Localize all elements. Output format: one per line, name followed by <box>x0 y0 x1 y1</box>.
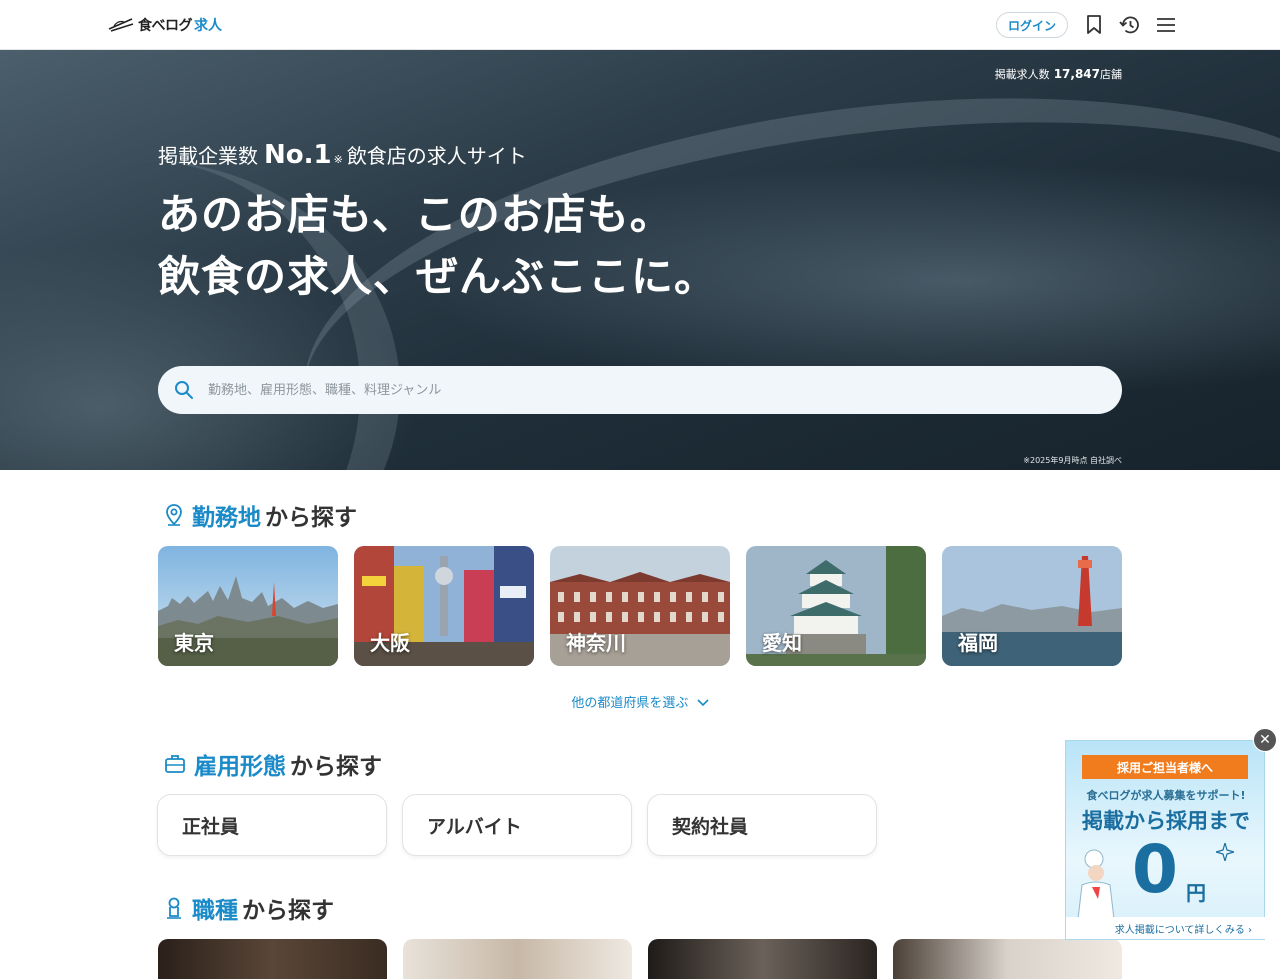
area-card-aichi[interactable]: 愛知 <box>746 546 926 666</box>
heading-rest: から探す <box>290 754 382 780</box>
chef-illustration <box>1077 849 1115 919</box>
area-card-fukuoka[interactable]: 福岡 <box>942 546 1122 666</box>
heading-accent: 職種 <box>192 898 238 924</box>
heading-rest: から探す <box>265 505 357 531</box>
ad-line1: 食べログが求人募集をサポート! <box>1086 789 1246 802</box>
chef-icon <box>167 897 181 919</box>
recruiter-ad-banner[interactable]: 採用ご担当者様へ 食べログが求人募集をサポート! 掲載から採用まで 0 円 求人… <box>1065 740 1266 940</box>
tagline-footnote-mark: ※ <box>333 153 343 166</box>
hero-footnote: ※2025年9月時点 自社調べ <box>1023 456 1122 465</box>
jobtype-section-heading: 職種 から探す <box>164 891 334 925</box>
listing-count: 掲載求人数 17,847店舗 <box>995 66 1122 82</box>
area-card-kanagawa[interactable]: 神奈川 <box>550 546 730 666</box>
area-label: 福岡 <box>958 631 998 655</box>
area-section-heading: 勤務地 から探す <box>164 498 357 532</box>
employment-parttime-button[interactable]: アルバイト <box>402 794 632 856</box>
logo-chopsticks-icon <box>108 18 134 32</box>
area-label: 大阪 <box>370 631 410 655</box>
area-label: 東京 <box>174 631 214 655</box>
jobtype-card[interactable] <box>158 939 387 979</box>
area-card-osaka[interactable]: 大阪 <box>354 546 534 666</box>
employment-fulltime-button[interactable]: 正社員 <box>157 794 387 856</box>
login-button[interactable]: ログイン <box>996 12 1068 38</box>
hero-banner: 掲載求人数 17,847店舗 掲載企業数 No.1 ※ 飲食店の求人サイト あのお… <box>0 50 1280 470</box>
close-icon[interactable]: ✕ <box>1253 728 1277 752</box>
more-prefectures-link[interactable]: 他の都道府県を選ぶ <box>0 692 1280 711</box>
history-icon[interactable] <box>1118 13 1142 37</box>
logo-text: 食べログ <box>138 18 193 34</box>
tagline-prefix: 掲載企業数 <box>158 144 258 168</box>
ad-badge: 採用ご担当者様へ <box>1082 755 1248 779</box>
logo-subtext: 求人 <box>194 18 222 34</box>
tagline-no1: No.1 <box>264 140 332 170</box>
listing-count-value: 17,847 <box>1053 67 1100 81</box>
bookmark-icon[interactable] <box>1082 13 1106 37</box>
area-label: 神奈川 <box>566 631 626 655</box>
search-bar[interactable] <box>158 366 1122 414</box>
chevron-down-icon <box>697 699 709 707</box>
site-logo[interactable]: 食べログ 求人 <box>108 12 222 38</box>
jobtype-card[interactable] <box>893 939 1122 979</box>
sparkle-icon <box>1216 843 1234 861</box>
site-header: 食べログ 求人 ログイン <box>0 0 1280 50</box>
ad-detail-link: 求人掲載について詳しくみる › <box>1066 917 1266 939</box>
area-card-tokyo[interactable]: 東京 <box>158 546 338 666</box>
briefcase-icon <box>165 755 185 773</box>
listing-count-label: 掲載求人数 <box>994 68 1050 81</box>
menu-icon[interactable] <box>1154 13 1178 37</box>
location-pin-icon <box>166 504 182 526</box>
heading-rest: から探す <box>242 898 334 924</box>
employment-section-heading: 雇用形態 から探す <box>164 747 382 781</box>
headline-line1: あのお店も、このお店も。 <box>158 190 673 239</box>
headline-line2: 飲食の求人、ぜんぶここに。 <box>158 252 718 301</box>
area-label: 愛知 <box>762 631 802 655</box>
search-input[interactable] <box>208 382 1088 398</box>
ad-zero: 0 <box>1132 831 1178 908</box>
heading-accent: 雇用形態 <box>194 754 286 780</box>
jobtype-card[interactable] <box>403 939 632 979</box>
search-icon <box>175 381 193 399</box>
listing-count-unit: 店舗 <box>1100 68 1122 81</box>
tagline-suffix: 飲食店の求人サイト <box>346 144 527 168</box>
ad-yen: 円 <box>1186 881 1206 905</box>
employment-contract-button[interactable]: 契約社員 <box>647 794 877 856</box>
hero-tagline: 掲載企業数 No.1 ※ 飲食店の求人サイト <box>158 140 527 170</box>
more-prefectures-label: 他の都道府県を選ぶ <box>571 696 689 711</box>
heading-accent: 勤務地 <box>192 505 261 531</box>
hero-headline: あのお店も、このお店も。 飲食の求人、ぜんぶここに。 <box>158 184 717 308</box>
jobtype-card[interactable] <box>648 939 877 979</box>
